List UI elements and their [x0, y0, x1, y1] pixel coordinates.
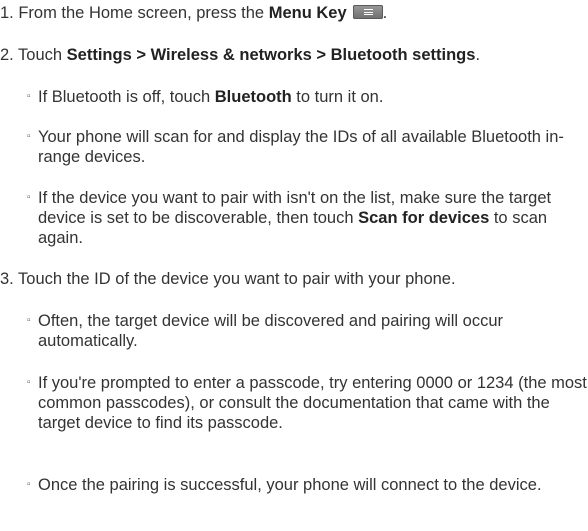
bullet-bluetooth-off: ▫ If Bluetooth is off, touch Bluetooth t… — [27, 87, 587, 107]
bullet-text: If Bluetooth is off, touch — [38, 88, 215, 106]
bullet-passcode: ▫ If you're prompted to enter a passcode… — [27, 373, 587, 433]
bullet-not-on-list: ▫ If the device you want to pair with is… — [27, 188, 587, 248]
bullet-text: Often, the target device will be discove… — [38, 312, 503, 350]
step-2: 2. Touch Settings > Wireless & networks … — [0, 45, 480, 65]
bullet-text: Once the pairing is successful, your pho… — [38, 476, 542, 494]
step-3: 3. Touch the ID of the device you want t… — [0, 269, 456, 289]
bullet-text: to turn it on. — [291, 88, 384, 106]
bullet-marker-icon: ▫ — [27, 91, 31, 102]
bullet-marker-icon: ▫ — [27, 315, 31, 326]
menu-key-label: Menu Key — [268, 4, 347, 22]
step-3-text: 3. Touch the ID of the device you want t… — [0, 270, 456, 288]
bullet-marker-icon: ▫ — [27, 131, 31, 142]
step-1-text: 1. From the Home screen, press the — [0, 4, 269, 22]
bullet-text: If you're prompted to enter a passcode, … — [38, 374, 587, 432]
menu-key-icon — [352, 5, 383, 19]
bullet-marker-icon: ▫ — [27, 479, 31, 490]
bullet-pairing-success: ▫ Once the pairing is successful, your p… — [27, 475, 587, 495]
bullet-text: Your phone will scan for and display the… — [38, 128, 564, 166]
bullet-scan-display: ▫ Your phone will scan for and display t… — [27, 127, 587, 167]
step-2-text: 2. Touch — [0, 46, 67, 64]
bullet-auto-pairing: ▫ Often, the target device will be disco… — [27, 311, 587, 351]
scan-for-devices-label: Scan for devices — [358, 209, 490, 227]
bluetooth-label: Bluetooth — [214, 88, 292, 106]
step-1: 1. From the Home screen, press the Menu … — [0, 4, 388, 22]
settings-path: Settings > Wireless & networks > Bluetoo… — [66, 46, 476, 64]
bullet-marker-icon: ▫ — [27, 377, 31, 388]
step-2-period: . — [475, 46, 481, 64]
bullet-marker-icon: ▫ — [27, 192, 31, 203]
